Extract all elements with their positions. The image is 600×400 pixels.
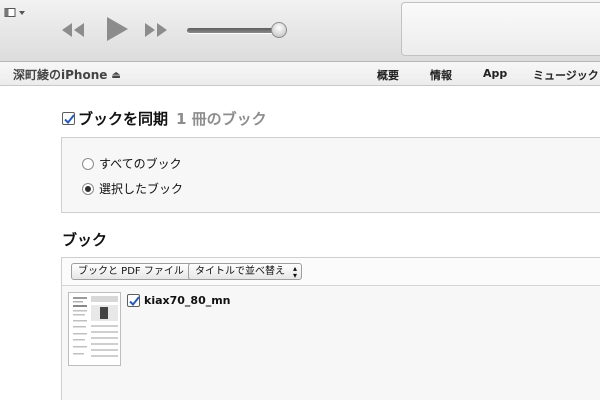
books-panel: ブックと PDF ファイル ▴▾ タイトルで並べ替え ▴▾ bbox=[61, 257, 600, 400]
sync-books-label: ブックを同期 bbox=[78, 110, 169, 128]
sync-books-checkbox[interactable] bbox=[62, 112, 75, 125]
status-display bbox=[401, 2, 600, 56]
fast-forward-icon[interactable] bbox=[143, 17, 169, 43]
filter-popup[interactable]: ブックと PDF ファイル ▴▾ bbox=[71, 263, 201, 280]
check-icon bbox=[64, 114, 75, 124]
tab-info[interactable]: 情報 bbox=[430, 67, 452, 83]
rewind-icon[interactable] bbox=[60, 17, 86, 43]
device-bar: 深町綾のiPhone ⏏ 概要 情報 App ミュージック bbox=[0, 62, 600, 86]
option-all-books[interactable]: すべてのブック bbox=[82, 155, 182, 172]
sync-books-row: ブックを同期 1 冊のブック bbox=[62, 108, 267, 129]
book-count: 1 冊のブック bbox=[176, 110, 267, 128]
tab-apps[interactable]: App bbox=[483, 67, 507, 80]
radio-all-books[interactable] bbox=[82, 158, 94, 170]
book-item-title[interactable]: kiax70_80_mn bbox=[144, 294, 231, 307]
up-down-arrows-icon: ▴▾ bbox=[292, 264, 297, 280]
sync-options-box: すべてのブック 選択したブック bbox=[61, 137, 600, 213]
play-icon[interactable] bbox=[103, 14, 131, 44]
option-selected-books[interactable]: 選択したブック bbox=[82, 180, 183, 197]
tab-summary[interactable]: 概要 bbox=[377, 67, 399, 83]
device-name[interactable]: 深町綾のiPhone ⏏ bbox=[13, 66, 121, 83]
player-toolbar bbox=[0, 0, 600, 62]
tab-music[interactable]: ミュージック bbox=[533, 67, 599, 83]
sort-popup[interactable]: タイトルで並べ替え ▴ ▾ bbox=[188, 263, 302, 280]
volume-slider[interactable] bbox=[187, 28, 279, 33]
books-toolbar: ブックと PDF ファイル ▴▾ タイトルで並べ替え ▴▾ bbox=[62, 258, 600, 286]
volume-knob[interactable] bbox=[271, 22, 287, 38]
check-icon bbox=[129, 296, 140, 306]
radio-selected-books[interactable] bbox=[82, 183, 94, 195]
book-item-checkbox[interactable] bbox=[127, 294, 140, 307]
sidebar-toggle-icon[interactable] bbox=[4, 4, 30, 17]
book-cover-icon[interactable] bbox=[68, 292, 121, 366]
books-heading: ブック bbox=[62, 231, 108, 249]
eject-icon[interactable]: ⏏ bbox=[111, 70, 120, 81]
